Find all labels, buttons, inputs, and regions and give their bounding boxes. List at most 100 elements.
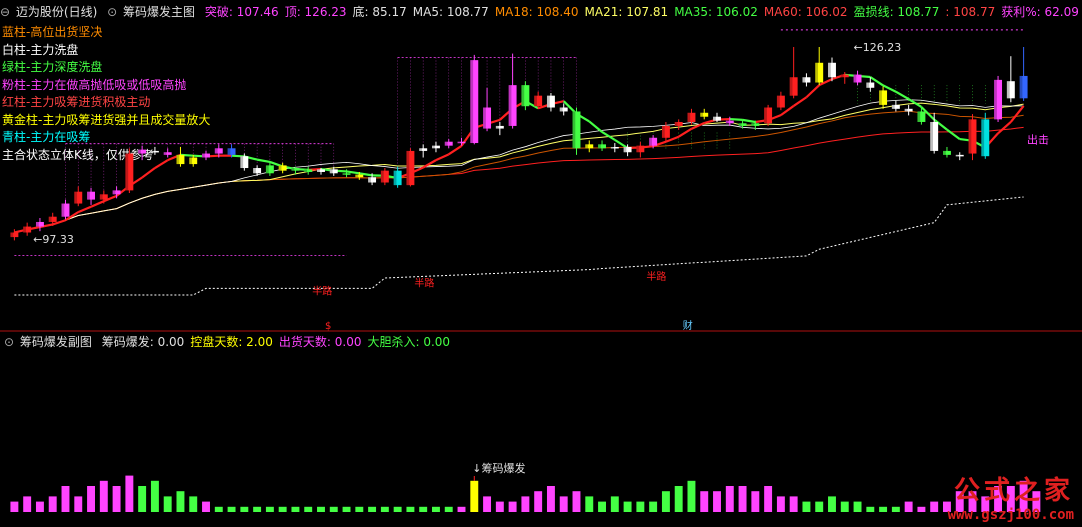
ma5-segment xyxy=(448,145,463,156)
sub-bar xyxy=(546,486,555,512)
sub-indicator-name[interactable]: 筹码爆发副图 xyxy=(20,335,92,349)
chu-ji-label: 出击 xyxy=(1027,133,1049,147)
sub-bar xyxy=(853,501,862,512)
candle-shade xyxy=(432,145,435,149)
ma5-segment xyxy=(1009,105,1025,123)
sub-bar xyxy=(700,491,709,512)
candle-shade xyxy=(994,79,997,120)
watermark-url: www.gszj100.com xyxy=(947,507,1074,523)
sub-bar xyxy=(444,506,453,512)
sub-header-value-3: 大胆杀入: 0.00 xyxy=(367,335,451,349)
candle-shade xyxy=(329,169,333,174)
chart-canvas: ←97.33←126.23半路半路半路$ 财出击↓筹码爆发 xyxy=(0,29,1082,512)
sub-bar xyxy=(508,501,517,512)
sub-bar xyxy=(163,496,172,512)
candle-shade xyxy=(240,156,244,169)
candle-shade xyxy=(968,119,972,154)
candle-shade xyxy=(738,123,742,126)
candle-shade xyxy=(687,112,691,122)
sub-bar xyxy=(214,506,223,512)
ma5-segment xyxy=(77,205,92,214)
ma5-segment xyxy=(805,84,820,99)
candle-shade xyxy=(636,145,640,153)
candle-shade xyxy=(265,165,269,174)
half-way-label: 半路 xyxy=(646,270,666,283)
sub-bar xyxy=(61,486,70,512)
ma5-segment xyxy=(614,138,629,149)
sub-bar xyxy=(713,491,721,512)
sub-indicator-values: 筹码爆发: 0.00 控盘天数: 2.00 出货天数: 0.00 大胆杀入: 0.00 xyxy=(102,335,456,349)
sub-bar xyxy=(291,506,300,512)
sub-bar xyxy=(661,491,670,512)
sub-bar xyxy=(495,501,504,512)
sub-bar xyxy=(227,506,236,512)
candle-shade xyxy=(368,177,371,183)
sub-bar xyxy=(380,506,389,512)
sub-bar xyxy=(329,506,338,512)
candle-shade xyxy=(546,95,550,108)
sub-header-value-2: 出货天数: 0.00 xyxy=(278,335,362,349)
sub-bar xyxy=(406,506,415,512)
sub-bar xyxy=(802,501,811,512)
ma5-segment xyxy=(346,170,360,175)
ma5-segment xyxy=(141,167,156,179)
sub-bar xyxy=(355,506,364,512)
sub-bar xyxy=(764,486,773,512)
ma5-segment xyxy=(435,153,450,162)
burst-label: ↓筹码爆发 xyxy=(472,461,525,475)
candle-shade xyxy=(559,107,563,112)
sub-bar xyxy=(930,501,939,512)
candle-shade xyxy=(891,104,895,109)
candle-shade xyxy=(751,123,755,126)
candle-shade xyxy=(304,169,308,172)
candle-shade xyxy=(585,144,589,149)
sub-header-value-1: 控盘天数: 2.00 xyxy=(190,335,273,349)
sub-bar xyxy=(649,501,658,512)
candle-shade xyxy=(483,107,486,129)
candle-shade xyxy=(661,125,665,138)
candle-shade xyxy=(725,120,729,124)
candle-shade xyxy=(610,146,614,149)
sub-bar xyxy=(559,496,568,512)
sub-bar xyxy=(687,480,696,512)
candle-shade xyxy=(508,85,512,126)
settings-icon[interactable]: ⊙ xyxy=(4,335,14,349)
candle-shade xyxy=(342,173,346,175)
sub-bar xyxy=(738,486,747,512)
sub-bar xyxy=(393,506,402,512)
candle-shade xyxy=(35,221,39,227)
sub-bar xyxy=(521,496,530,512)
candle-shade xyxy=(291,168,295,171)
candle-shade xyxy=(99,194,103,200)
candle-shade xyxy=(470,60,474,144)
candle-shade xyxy=(495,125,499,129)
sub-bar xyxy=(674,486,683,512)
candle-shade xyxy=(802,77,806,83)
candle-shade xyxy=(317,169,320,172)
candle-shade xyxy=(163,152,167,155)
sub-bar xyxy=(891,506,900,512)
candle-shade xyxy=(48,216,52,222)
sub-bar xyxy=(457,506,466,512)
half-way-label: 半路 xyxy=(312,284,332,297)
sub-header-value-0: 筹码爆发: 0.00 xyxy=(101,335,185,349)
candle-shade xyxy=(955,154,959,157)
sub-bar xyxy=(879,506,888,512)
candle-shade xyxy=(623,146,627,153)
sub-bar xyxy=(202,501,210,512)
sub-bar xyxy=(176,491,185,512)
sub-bar xyxy=(74,496,83,512)
sub-bar xyxy=(189,496,198,512)
ma5-segment xyxy=(793,96,808,107)
sub-bar xyxy=(278,506,287,512)
candle-shade xyxy=(764,107,767,124)
candle-shade xyxy=(1019,75,1023,99)
sub-bar xyxy=(917,506,926,512)
candle-shade xyxy=(815,62,819,83)
ma5-segment xyxy=(90,200,105,208)
sub-bar xyxy=(99,480,108,512)
sub-bar xyxy=(253,506,262,512)
sub-bar xyxy=(48,496,57,512)
candle-shade xyxy=(355,174,359,178)
support-dotted-line xyxy=(14,196,1024,296)
